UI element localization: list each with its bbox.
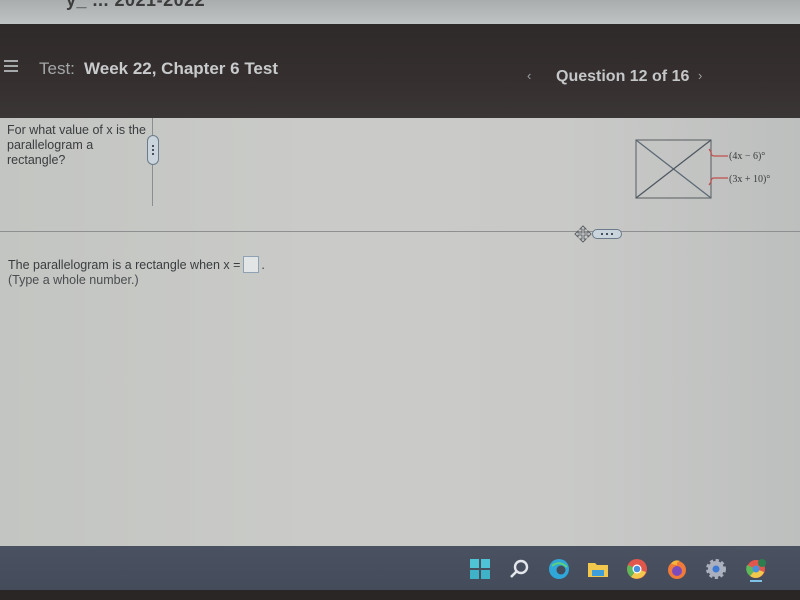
- angle-label-1: (4x − 6)°: [729, 151, 765, 162]
- answer-hint: (Type a whole number.): [8, 273, 139, 287]
- browser-top-strip: y_ ... 2021-2022: [0, 0, 800, 24]
- move-arrows-icon[interactable]: [574, 225, 592, 243]
- search-icon[interactable]: [508, 558, 530, 580]
- previous-question-button[interactable]: ‹: [527, 68, 531, 83]
- vertical-resize-handle[interactable]: [147, 135, 159, 165]
- answer-input[interactable]: [243, 256, 260, 273]
- windows-start-icon[interactable]: [469, 558, 491, 580]
- hamburger-menu-icon[interactable]: [4, 60, 18, 72]
- angle-arrow-1: [708, 148, 728, 157]
- test-header: Test: Week 22, Chapter 6 Test ‹ Question…: [0, 24, 800, 118]
- file-explorer-icon[interactable]: [587, 558, 609, 580]
- question-prompt: For what value of x is the parallelogram…: [7, 123, 146, 167]
- chrome-profile-icon[interactable]: [745, 558, 767, 582]
- question-content: For what value of x is the parallelogram…: [0, 118, 800, 546]
- monitor-bezel: [0, 590, 800, 600]
- horizontal-resize-handle[interactable]: [592, 229, 622, 239]
- parallelogram-figure: (4x − 6)° (3x + 10)°: [634, 138, 800, 202]
- angle-label-2: (3x + 10)°: [729, 174, 770, 185]
- horizontal-pane-divider: [0, 231, 800, 232]
- test-label: Test:: [39, 59, 75, 78]
- edge-icon[interactable]: [548, 558, 570, 580]
- settings-icon[interactable]: [705, 558, 727, 580]
- angle-arrow-2: [708, 177, 728, 186]
- answer-suffix: .: [261, 257, 265, 272]
- answer-prefix: The parallelogram is a rectangle when x …: [8, 257, 241, 272]
- test-title: Week 22, Chapter 6 Test: [84, 59, 279, 78]
- question-counter[interactable]: Question 12 of 16: [556, 68, 689, 86]
- answer-statement: The parallelogram is a rectangle when x …: [8, 256, 265, 273]
- chrome-icon[interactable]: [626, 558, 648, 580]
- windows-taskbar: [0, 546, 800, 590]
- next-question-button[interactable]: ›: [698, 68, 702, 83]
- firefox-icon[interactable]: [666, 558, 688, 580]
- browser-tab-title: y_ ... 2021-2022: [66, 0, 206, 10]
